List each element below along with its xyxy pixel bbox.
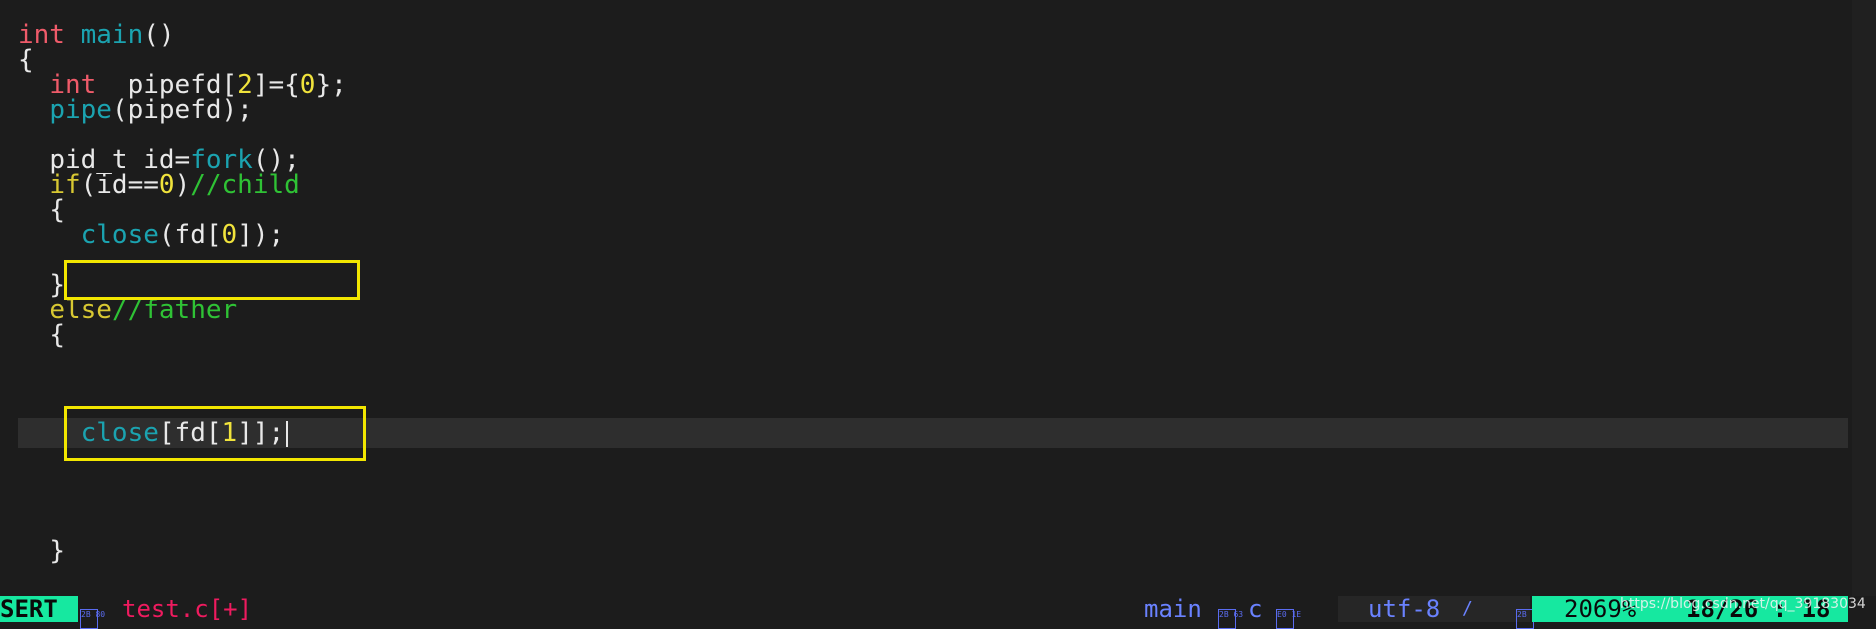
code-line-4[interactable]: pipe(pipefd); [18,95,253,125]
code-text: }; [315,70,347,100]
code-line-9[interactable]: close(fd[0]); [18,220,285,250]
function-glyph-icon: 2B 63 [1218,596,1243,629]
code-text: () [143,20,175,50]
code-editor[interactable]: int main() { int pipefd[2]={0}; pipe(pip… [0,0,1876,596]
code-comment: //child [190,170,300,200]
annotation-box-child-close [64,260,360,300]
code-text: (id== [80,170,159,200]
file-encoding: utf-8 [1368,595,1441,623]
number-literal: 0 [158,170,175,200]
window-edge [1852,0,1876,596]
code-line-18[interactable]: } [18,536,65,566]
code-line-13[interactable]: { [18,320,65,350]
code-text: ]); [237,220,285,250]
status-line: SERT 2B 80 test.c[+] main 2B 63 c E0 1E … [0,595,1876,629]
code-text: ) [174,170,191,200]
filename[interactable]: test.c[+] [122,596,252,622]
mode-glyph-icon: 2B 80 [80,596,105,629]
watermark: https://blog.csdn.net/qq_39183034 [1620,596,1866,612]
filetype-glyph-icon: E0 1E [1276,596,1301,629]
function-name: main [80,20,144,50]
current-function: main [1144,595,1202,623]
mode-indicator: SERT [0,596,78,622]
file-format: / [1462,598,1473,619]
number-literal: 0 [221,220,238,250]
code-text: (pipefd); [111,95,253,125]
filetype: c [1248,595,1263,623]
code-line-1[interactable]: int main() [18,20,175,50]
code-text: { [49,320,65,350]
number-literal: 0 [299,70,316,100]
code-text: ]={ [252,70,300,100]
code-text: } [49,536,65,566]
function-call: pipe [49,95,112,125]
annotation-box-father-close [64,406,366,461]
code-text: (fd[ [158,220,222,250]
function-call: close [80,220,159,250]
